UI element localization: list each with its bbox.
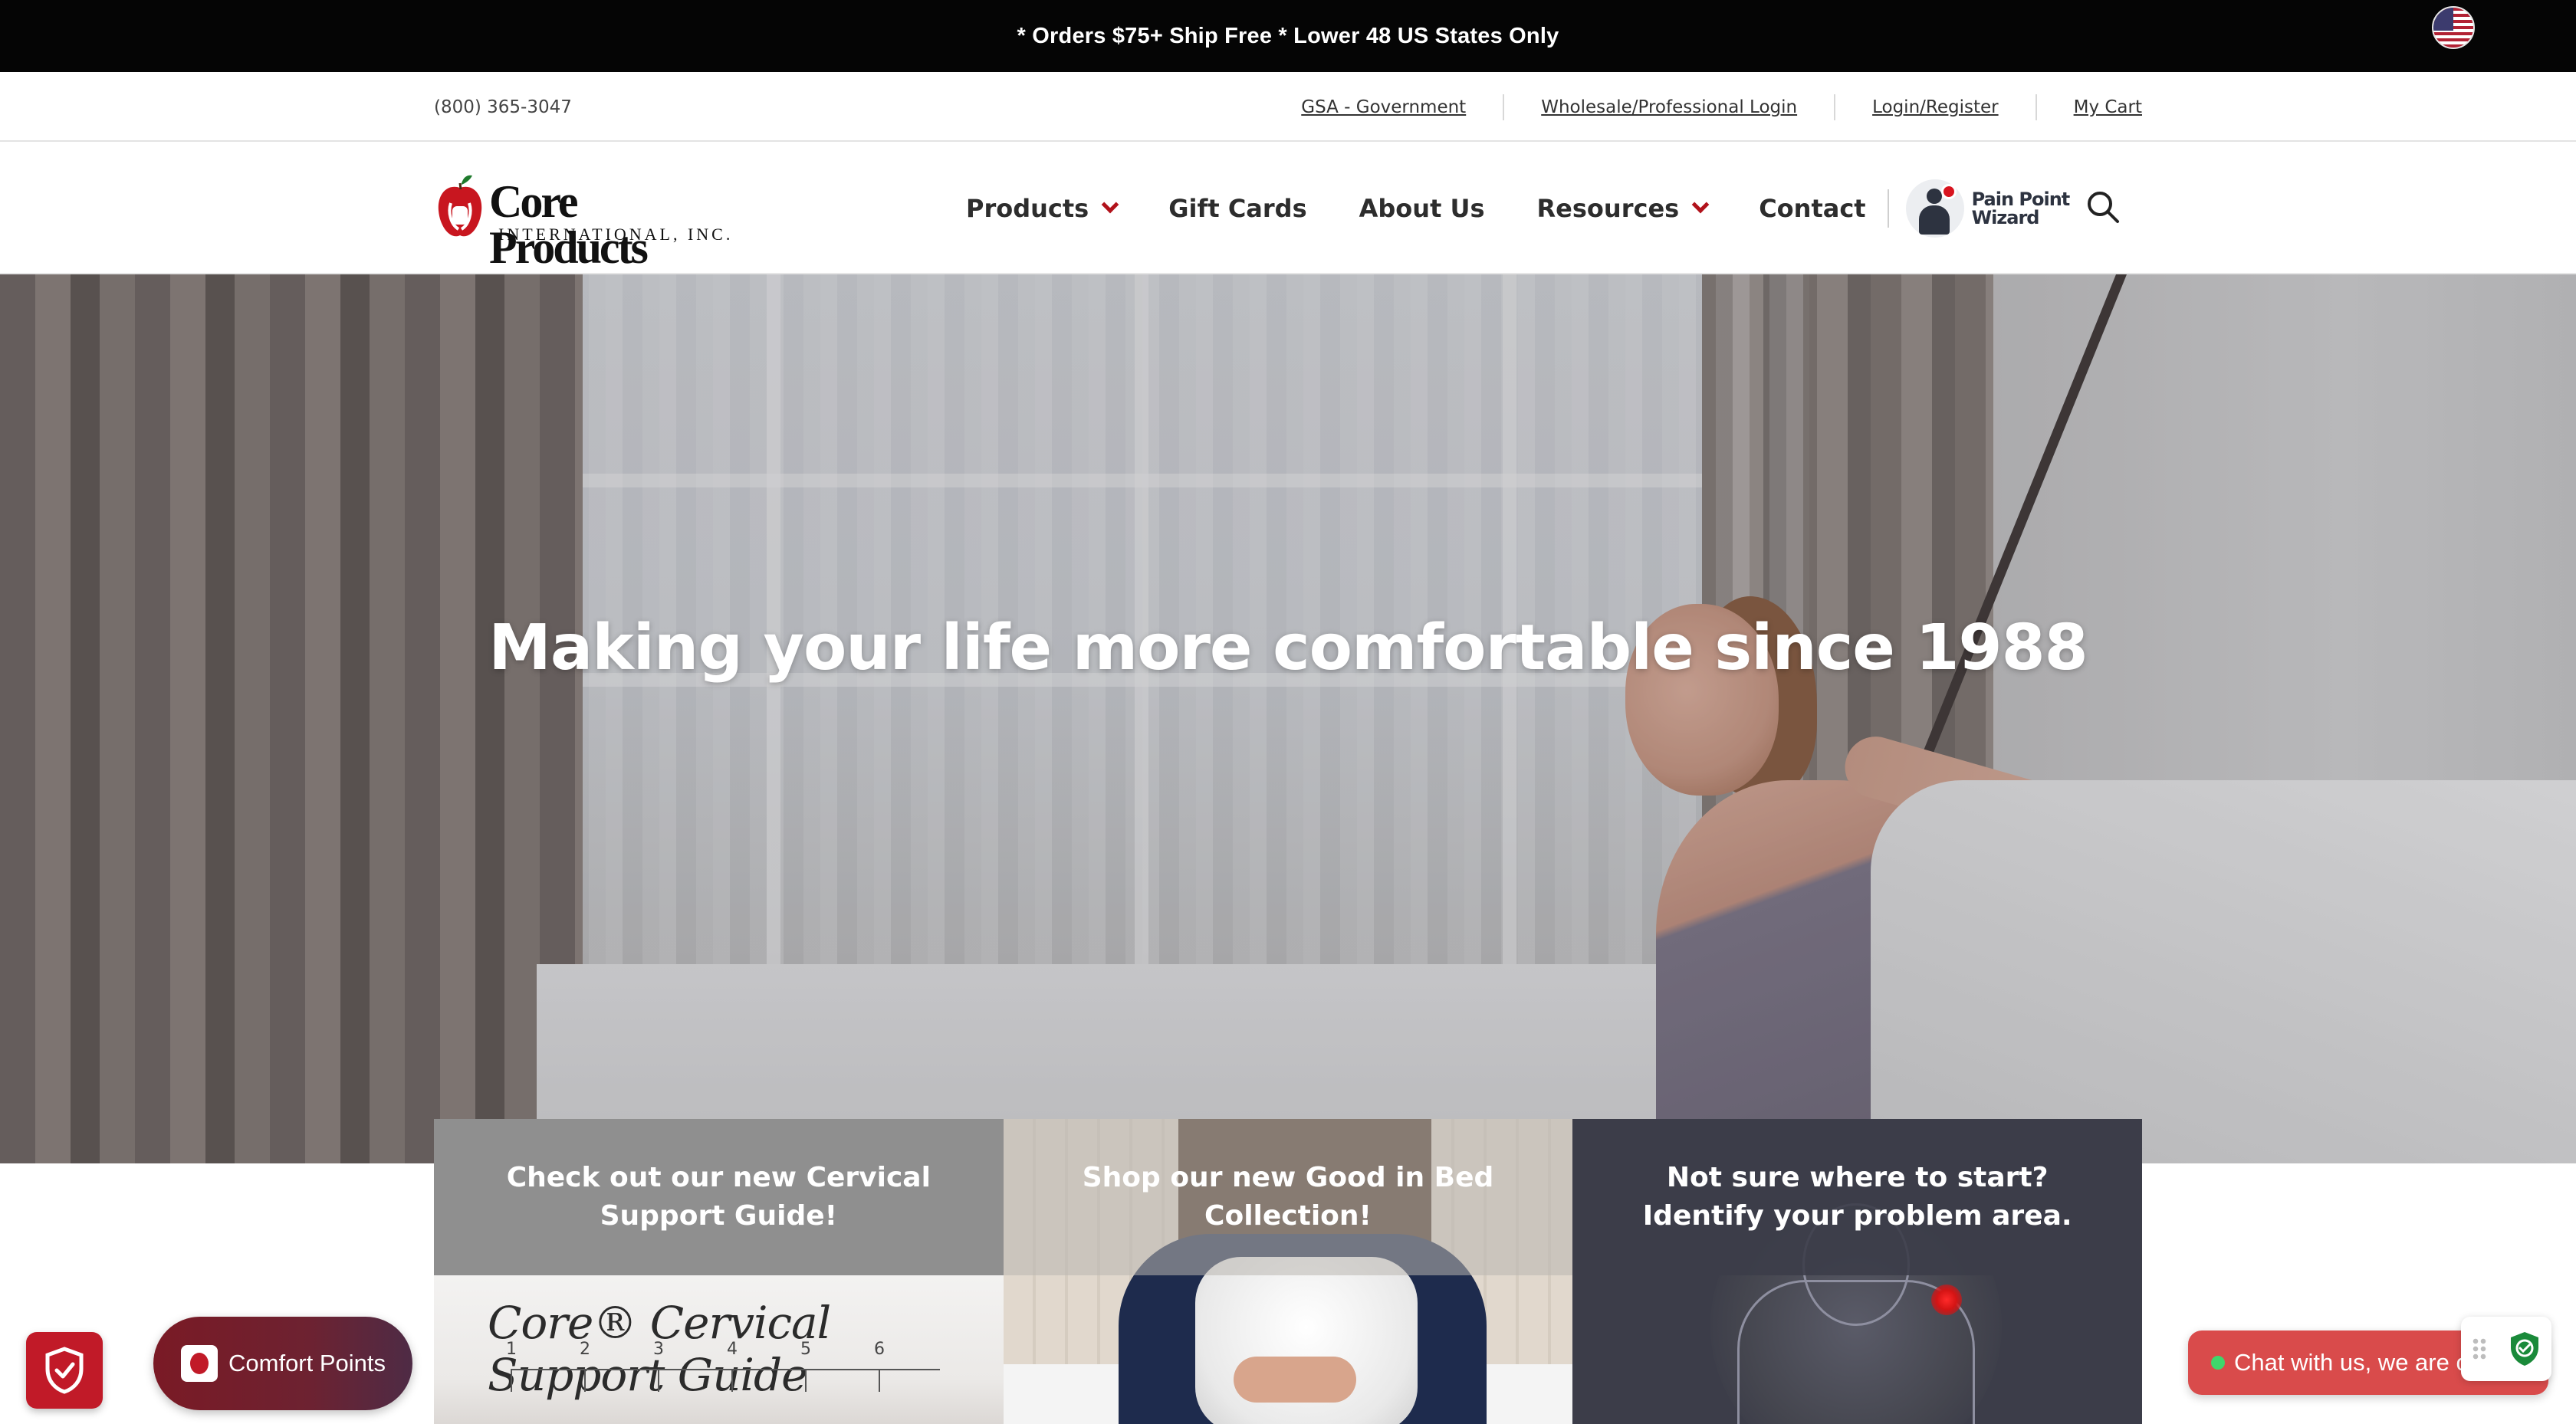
- announcement-text: * Orders $75+ Ship Free * Lower 48 US St…: [1017, 23, 1559, 48]
- ruler-number: 5: [800, 1340, 811, 1359]
- core-products-logo[interactable]: Core Products INTERNATIONAL, INC.: [434, 169, 741, 271]
- good-in-bed-card[interactable]: Shop our new Good in Bed Collection!: [1003, 1119, 1573, 1424]
- nav-about-us-label: About Us: [1359, 193, 1485, 223]
- utility-bar: (800) 365-3047 GSA - Government Wholesal…: [0, 72, 2576, 142]
- apple-logo-icon: [438, 175, 482, 237]
- nav-resources-label: Resources: [1536, 193, 1680, 223]
- card-header: Shop our new Good in Bed Collection!: [1003, 1119, 1573, 1275]
- apple-logo-icon: [181, 1345, 218, 1382]
- us-flag-icon[interactable]: [2432, 6, 2475, 49]
- nav-contact[interactable]: Contact: [1759, 194, 1865, 223]
- ruler-number: 2: [580, 1340, 590, 1359]
- login-register-link[interactable]: Login/Register: [1834, 94, 2036, 120]
- site-header: Core Products INTERNATIONAL, INC. Produc…: [0, 142, 2576, 274]
- nav-about-us[interactable]: About Us: [1359, 194, 1485, 223]
- card-title: Shop our new Good in Bed Collection!: [1082, 1162, 1494, 1232]
- promo-cards: Core® Cervical Support Guide 1 2 3 4 5 6…: [434, 1119, 2143, 1424]
- my-cart-link[interactable]: My Cart: [2035, 94, 2142, 120]
- pain-point-wizard-link[interactable]: Pain Point Wizard: [1905, 179, 2079, 238]
- online-status-icon: [2211, 1356, 2225, 1370]
- body-silhouette-icon: [1905, 179, 1964, 238]
- logo-subline: INTERNATIONAL, INC.: [498, 225, 734, 244]
- card-header: Not sure where to start? Identify your p…: [1572, 1119, 2143, 1275]
- comfort-points-label: Comfort Points: [228, 1350, 386, 1376]
- announcement-bar: * Orders $75+ Ship Free * Lower 48 US St…: [0, 0, 2576, 72]
- nav-resources[interactable]: Resources: [1536, 193, 1710, 223]
- nav-gift-cards-label: Gift Cards: [1168, 193, 1307, 223]
- card-header: Check out our new Cervical Support Guide…: [434, 1119, 1004, 1275]
- nav-products-label: Products: [966, 193, 1089, 223]
- nav-contact-label: Contact: [1759, 193, 1866, 223]
- hero-title: Making your life more comfortable since …: [488, 612, 2088, 684]
- utility-links: GSA - Government Wholesale/Professional …: [1264, 72, 2142, 142]
- shield-check-icon: [2510, 1332, 2538, 1366]
- ruler-graphic: 1 2 3 4 5 6: [506, 1340, 940, 1424]
- main-nav: Products Gift Cards About Us Resources C…: [966, 142, 2079, 274]
- chevron-down-icon[interactable]: [1101, 195, 1119, 213]
- ruler-number: 6: [874, 1340, 885, 1359]
- trust-badge-widget[interactable]: [2461, 1317, 2551, 1381]
- search-icon[interactable]: [2084, 188, 2122, 226]
- nav-gift-cards[interactable]: Gift Cards: [1168, 194, 1306, 223]
- ruler-number: 4: [727, 1340, 738, 1359]
- shield-check-button[interactable]: [26, 1332, 103, 1409]
- nav-products[interactable]: Products: [966, 193, 1119, 223]
- chevron-down-icon[interactable]: [1691, 195, 1710, 213]
- wholesale-login-link[interactable]: Wholesale/Professional Login: [1503, 94, 1834, 120]
- problem-area-card[interactable]: Not sure where to start? Identify your p…: [1572, 1119, 2143, 1424]
- nav-divider: [1887, 189, 1889, 228]
- ruler-number: 1: [506, 1340, 517, 1359]
- ruler-number: 3: [653, 1340, 664, 1359]
- cervical-guide-card[interactable]: Core® Cervical Support Guide 1 2 3 4 5 6…: [434, 1119, 1004, 1424]
- card-title: Check out our new Cervical Support Guide…: [506, 1162, 931, 1232]
- hero-banner: Making your life more comfortable since …: [0, 274, 2576, 1163]
- shield-check-icon: [45, 1347, 84, 1394]
- comfort-points-button[interactable]: Comfort Points: [153, 1317, 412, 1410]
- phone-number[interactable]: (800) 365-3047: [434, 72, 572, 142]
- pain-point-wizard-label: Pain Point Wizard: [1971, 188, 2071, 228]
- gsa-government-link[interactable]: GSA - Government: [1264, 94, 1503, 120]
- cervical-guide-image: Core® Cervical Support Guide 1 2 3 4 5 6: [434, 1275, 1004, 1424]
- card-title: Not sure where to start? Identify your p…: [1642, 1162, 2072, 1232]
- drag-handle-icon[interactable]: [2471, 1337, 2487, 1360]
